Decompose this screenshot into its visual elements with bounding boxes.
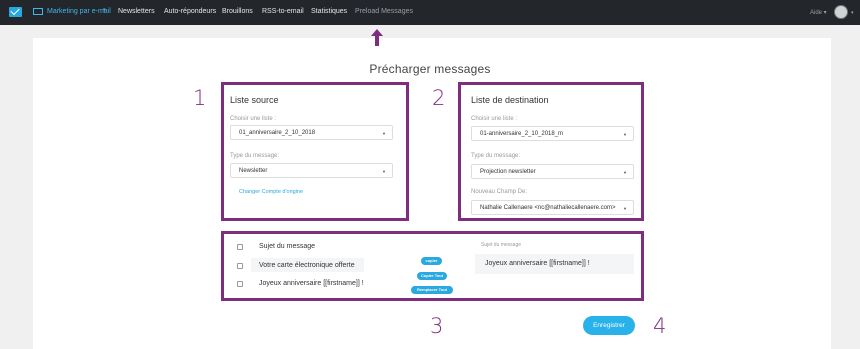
nav-brouillons[interactable]: Brouillons [222,8,253,15]
message-row[interactable]: Votre carte électronique offerte [259,262,355,269]
nav-auto-repondeurs[interactable]: Auto-répondeurs [164,8,216,15]
destination-type-label: Type du message: [471,153,521,159]
copy-all-button[interactable]: Copier Tout [417,272,447,280]
row-checkbox[interactable] [237,263,243,269]
source-list-label: Choisir une liste : [230,116,277,122]
nav-rss-to-email[interactable]: RSS-to-email [262,8,304,15]
arrow-up-icon [371,29,383,46]
row-checkbox[interactable] [237,281,243,287]
subject-value: Joyeux anniversaire [[firstname]] ! [485,260,590,267]
annotation-4: 4 [653,314,667,338]
annotation-1: 1 [193,86,207,110]
chevron-down-icon: ▾ [851,10,854,16]
source-type-label: Type du message: [230,153,280,159]
subject-label: Sujet du message [481,242,522,248]
nav-statistiques[interactable]: Statistiques [311,8,347,15]
change-origin-account-link[interactable]: Changer Compte d'origine [239,189,303,195]
help-menu[interactable]: Aide ▾ [810,9,827,16]
row-checkbox[interactable] [237,244,243,250]
copy-button[interactable]: copier [421,257,442,265]
source-type-value: Newsletter [239,168,268,174]
nav-preload-messages[interactable]: Preload Messages [355,8,413,15]
source-list-value: 01_anniversaire_2_10_2018 [239,130,316,136]
source-title: Liste source [230,95,279,105]
destination-list-label: Choisir une liste : [471,116,518,122]
source-list-select[interactable]: 01_anniversaire_2_10_2018 ▼ [230,125,393,140]
page-title: Précharger messages [369,62,491,76]
message-row-header: Sujet du message [259,243,316,250]
source-list-box: Liste source Choisir une liste : 01_anni… [221,82,409,221]
mail-icon [33,8,43,15]
caret-down-icon: ▼ [382,131,386,136]
annotation-2: 2 [432,86,446,110]
destination-type-select[interactable]: Projection newsletter ▼ [471,164,634,179]
chevron-down-icon: ▾ [103,7,106,13]
nav-newsletters[interactable]: Newsletters [118,8,155,15]
replace-all-button[interactable]: Remplacer Tout [411,286,453,294]
destination-list-value: 01-anniversaire_2_10_2018_m [480,131,564,137]
new-from-value: Nathalie Callenaere <nc@nathaliecallenae… [480,205,616,211]
subject-field[interactable]: Joyeux anniversaire [[firstname]] ! [475,254,634,274]
main-panel [33,38,831,349]
new-from-select[interactable]: Nathalie Callenaere <nc@nathaliecallenae… [471,200,634,215]
messages-box: Sujet du message Votre carte électroniqu… [221,231,644,301]
nav-brand-menu[interactable]: Marketing par e-mail [47,8,111,15]
destination-list-box: Liste de destination Choisir une liste :… [458,82,644,221]
avatar[interactable] [834,5,848,19]
save-button[interactable]: Enregistrer [583,316,635,335]
destination-type-value: Projection newsletter [480,169,536,175]
caret-down-icon: ▼ [382,169,386,174]
top-navbar: Marketing par e-mail ▾ Newsletters Auto-… [0,0,860,25]
source-type-select[interactable]: Newsletter ▼ [230,163,393,178]
annotation-3: 3 [430,314,444,338]
new-from-label: Nouveau Champ De: [471,189,528,195]
caret-down-icon: ▼ [623,206,627,211]
message-row[interactable]: Joyeux anniversaire [[firstname]] ! [259,280,364,287]
app-logo-icon[interactable] [9,7,22,17]
destination-title: Liste de destination [471,95,549,105]
destination-list-select[interactable]: 01-anniversaire_2_10_2018_m ▼ [471,126,634,141]
caret-down-icon: ▼ [623,170,627,175]
help-label: Aide [810,10,823,16]
caret-down-icon: ▼ [623,132,627,137]
